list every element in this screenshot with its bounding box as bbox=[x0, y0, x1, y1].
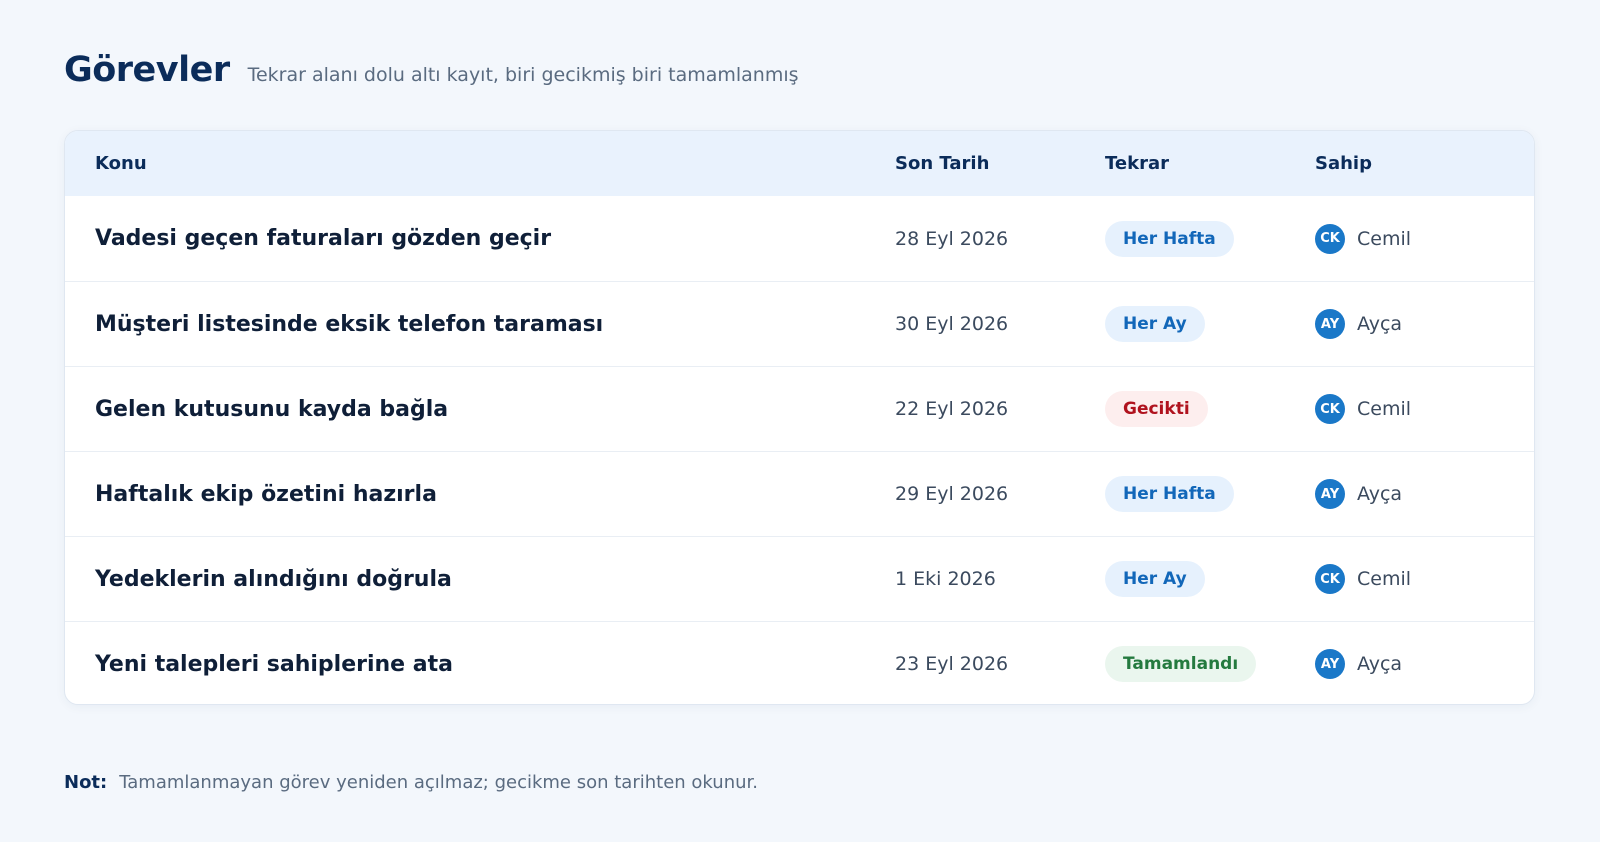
repeat-badge: Her Hafta bbox=[1105, 220, 1234, 257]
page-title: Görevler bbox=[64, 50, 230, 90]
page: Görevler Tekrar alanı dolu altı kayıt, b… bbox=[0, 0, 1600, 842]
task-subject[interactable]: Gelen kutusunu kayda bağla bbox=[95, 397, 448, 422]
table-row[interactable]: Vadesi geçen faturaları gözden geçir 28 … bbox=[65, 196, 1534, 281]
repeat-badge: Her Ay bbox=[1105, 561, 1205, 597]
avatar: AY bbox=[1315, 309, 1345, 339]
header: Görevler Tekrar alanı dolu altı kayıt, b… bbox=[64, 50, 799, 90]
task-due-date: 30 Eyl 2026 bbox=[895, 313, 1009, 335]
repeat-badge: Her Ay bbox=[1105, 306, 1205, 342]
table-row[interactable]: Haftalık ekip özetini hazırla 29 Eyl 202… bbox=[65, 451, 1534, 536]
table-row[interactable]: Yedeklerin alındığını doğrula 1 Eki 2026… bbox=[65, 536, 1534, 621]
owner-cell[interactable]: CK Cemil bbox=[1315, 223, 1412, 254]
task-due-date: 22 Eyl 2026 bbox=[895, 398, 1009, 420]
repeat-cell: Gecikti bbox=[1105, 391, 1208, 427]
column-header-repeat[interactable]: Tekrar bbox=[1105, 153, 1169, 174]
table-row[interactable]: Gelen kutusunu kayda bağla 22 Eyl 2026 G… bbox=[65, 366, 1534, 451]
avatar: AY bbox=[1315, 649, 1345, 679]
avatar: CK bbox=[1315, 564, 1345, 594]
column-header-subject[interactable]: Konu bbox=[95, 153, 147, 174]
task-subject[interactable]: Vadesi geçen faturaları gözden geçir bbox=[95, 226, 551, 251]
task-due-date: 29 Eyl 2026 bbox=[895, 483, 1009, 505]
repeat-badge: Her Hafta bbox=[1105, 476, 1234, 512]
owner-cell[interactable]: AY Ayça bbox=[1315, 309, 1402, 339]
owner-name: Cemil bbox=[1357, 398, 1412, 420]
owner-name: Ayça bbox=[1357, 653, 1403, 675]
avatar: AY bbox=[1315, 479, 1345, 509]
column-header-owner[interactable]: Sahip bbox=[1315, 153, 1372, 174]
table-body: Vadesi geçen faturaları gözden geçir 28 … bbox=[65, 196, 1534, 704]
repeat-badge: Tamamlandı bbox=[1105, 646, 1257, 682]
task-subject[interactable]: Haftalık ekip özetini hazırla bbox=[95, 482, 437, 507]
note-label: Not: bbox=[64, 772, 108, 793]
owner-name: Ayça bbox=[1357, 313, 1403, 335]
table-row[interactable]: Yeni talepleri sahiplerine ata 23 Eyl 20… bbox=[65, 621, 1534, 704]
owner-name: Ayça bbox=[1357, 483, 1403, 505]
task-due-date: 23 Eyl 2026 bbox=[895, 653, 1009, 675]
table-row[interactable]: Müşteri listesinde eksik telefon taramas… bbox=[65, 281, 1534, 366]
repeat-cell: Her Ay bbox=[1105, 306, 1205, 342]
task-subject[interactable]: Yeni talepleri sahiplerine ata bbox=[95, 652, 453, 677]
avatar: CK bbox=[1315, 223, 1345, 254]
owner-name: Cemil bbox=[1357, 568, 1412, 590]
note-text: Tamamlanmayan görev yeniden açılmaz; gec… bbox=[119, 772, 758, 793]
repeat-badge: Gecikti bbox=[1105, 391, 1208, 427]
repeat-cell: Her Ay bbox=[1105, 561, 1205, 597]
owner-cell[interactable]: AY Ayça bbox=[1315, 649, 1402, 679]
owner-name: Cemil bbox=[1357, 227, 1412, 250]
repeat-cell: Her Hafta bbox=[1105, 476, 1234, 512]
task-due-date: 1 Eki 2026 bbox=[895, 568, 996, 590]
task-subject[interactable]: Yedeklerin alındığını doğrula bbox=[95, 567, 452, 592]
owner-cell[interactable]: CK Cemil bbox=[1315, 564, 1411, 594]
task-subject[interactable]: Müşteri listesinde eksik telefon taramas… bbox=[95, 312, 603, 337]
repeat-cell: Tamamlandı bbox=[1105, 646, 1257, 682]
table-header: Konu Son Tarih Tekrar Sahip bbox=[65, 131, 1534, 196]
task-due-date: 28 Eyl 2026 bbox=[895, 227, 1009, 250]
footnote: Not: Tamamlanmayan görev yeniden açılmaz… bbox=[64, 772, 758, 793]
owner-cell[interactable]: CK Cemil bbox=[1315, 394, 1411, 424]
owner-cell[interactable]: AY Ayça bbox=[1315, 479, 1402, 509]
task-table: Konu Son Tarih Tekrar Sahip Vadesi geçen… bbox=[64, 130, 1535, 705]
page-subtitle: Tekrar alanı dolu altı kayıt, biri gecik… bbox=[247, 64, 799, 86]
column-header-due-date[interactable]: Son Tarih bbox=[895, 153, 989, 174]
repeat-cell: Her Hafta bbox=[1105, 220, 1234, 257]
avatar: CK bbox=[1315, 394, 1345, 424]
